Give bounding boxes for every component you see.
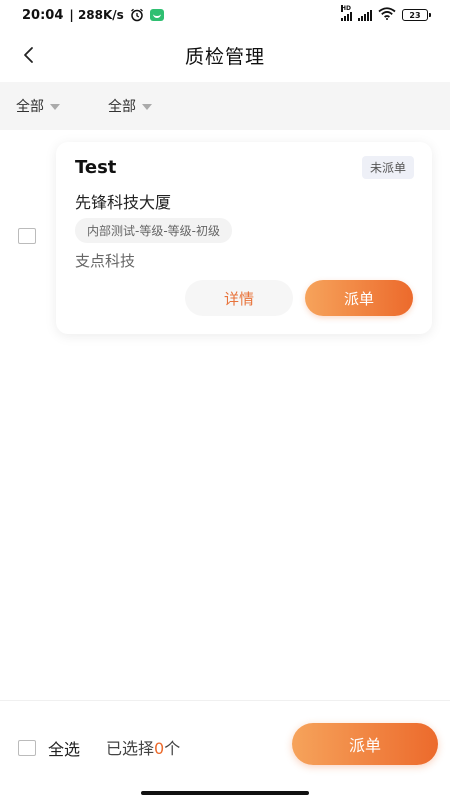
hd-signal-icon: HD bbox=[341, 4, 352, 21]
signal-strength-icon bbox=[358, 9, 372, 21]
page-title: 质检管理 bbox=[184, 45, 265, 68]
filter-dropdown-2[interactable]: 全部 bbox=[108, 96, 152, 116]
caret-down-icon bbox=[142, 104, 152, 110]
status-left: 20:04 | 288K/s bbox=[22, 8, 164, 23]
battery-icon: 23 bbox=[402, 9, 431, 21]
select-all-label: 全选 bbox=[48, 740, 81, 759]
inspection-card[interactable]: Test 未派单 先锋科技大厦 内部测试-等级-等级-初级 支点科技 详情 派单 bbox=[56, 142, 432, 334]
caret-down-icon bbox=[50, 104, 60, 110]
filter-dropdown-1[interactable]: 全部 bbox=[16, 96, 60, 116]
filter-bar: 全部 全部 bbox=[0, 82, 450, 130]
card-level-tag: 内部测试-等级-等级-初级 bbox=[75, 218, 232, 243]
header: 质检管理 bbox=[0, 30, 450, 80]
detail-button[interactable]: 详情 bbox=[185, 280, 293, 316]
dispatch-button[interactable]: 派单 bbox=[305, 280, 413, 316]
network-speed: | 288K/s bbox=[69, 8, 124, 22]
checkbox-box bbox=[18, 740, 36, 756]
card-address: 先锋科技大厦 bbox=[75, 193, 172, 212]
inspection-list: Test 未派单 先锋科技大厦 内部测试-等级-等级-初级 支点科技 详情 派单 bbox=[0, 130, 450, 700]
selected-suffix: 个 bbox=[164, 739, 181, 758]
select-all-checkbox[interactable]: 全选 bbox=[18, 736, 80, 760]
chevron-left-icon bbox=[24, 47, 33, 63]
filter-label: 全部 bbox=[16, 99, 44, 115]
home-indicator[interactable] bbox=[141, 791, 309, 795]
row-checkbox[interactable] bbox=[18, 228, 36, 244]
selected-count: 已选择0个 bbox=[106, 735, 180, 759]
card-title: Test bbox=[75, 157, 117, 178]
filter-label: 全部 bbox=[108, 99, 136, 115]
batch-dispatch-button[interactable]: 派单 bbox=[292, 723, 438, 765]
selected-prefix: 已选择 bbox=[106, 739, 155, 758]
wifi-icon bbox=[378, 6, 396, 24]
bottom-bar: 全选 已选择0个 派单 bbox=[0, 700, 450, 800]
selected-number: 0 bbox=[154, 739, 165, 758]
status-right: HD 23 bbox=[341, 4, 431, 24]
status-time: 20:04 bbox=[22, 7, 64, 23]
alarm-clock-icon bbox=[130, 8, 144, 22]
status-badge: 未派单 bbox=[361, 156, 414, 179]
screen: 20:04 | 288K/s HD 23 质检管理 全部 全部 Test 未派单… bbox=[0, 0, 450, 800]
back-button[interactable] bbox=[18, 42, 38, 68]
card-company: 支点科技 bbox=[75, 252, 136, 270]
message-app-icon bbox=[149, 9, 164, 21]
status-bar: 20:04 | 288K/s HD 23 bbox=[0, 0, 450, 30]
